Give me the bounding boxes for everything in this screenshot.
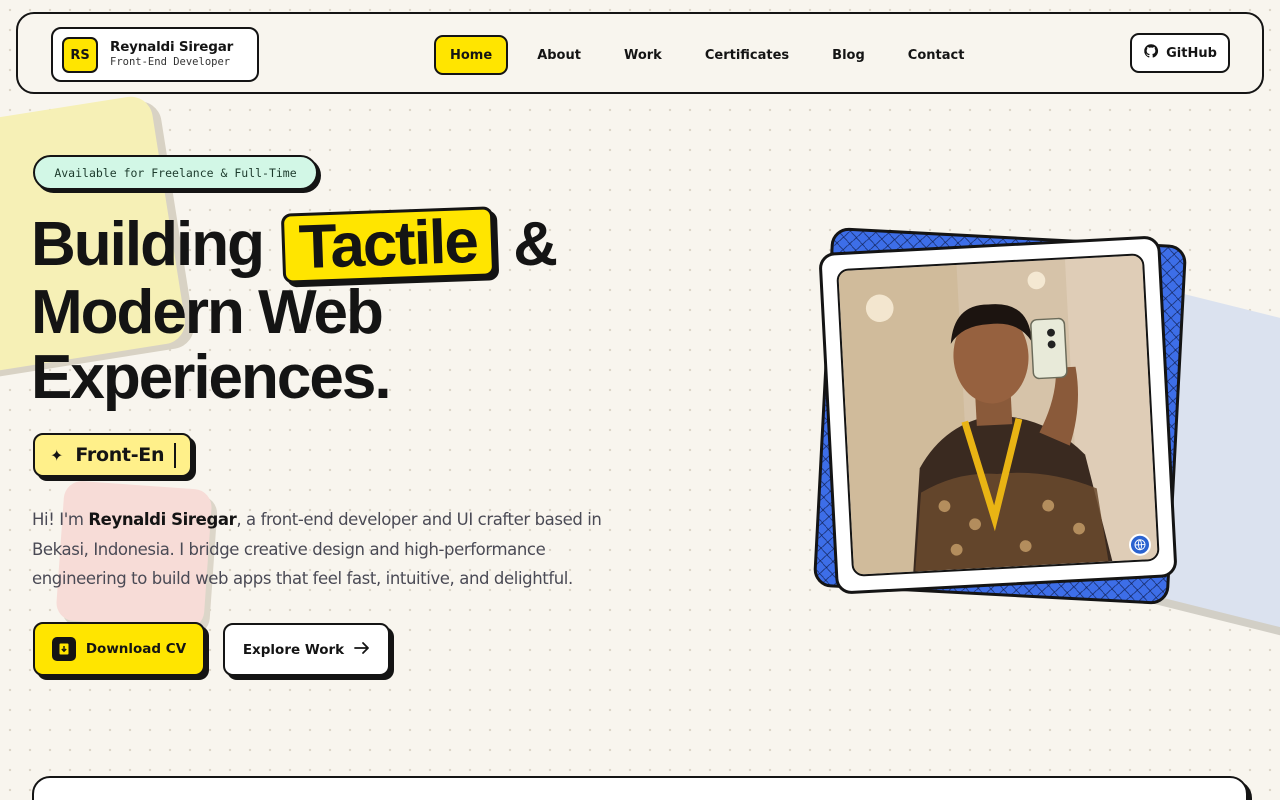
download-cv-button[interactable]: Download CV [33,622,205,676]
nav-item-contact[interactable]: Contact [894,35,979,75]
intro-paragraph: Hi! I'm Reynaldi Siregar, a front-end de… [32,505,632,594]
main-nav: Home About Work Certificates Blog Contac… [434,35,993,75]
typing-text: Front-En [75,444,165,466]
next-section-card [32,776,1248,800]
nav-item-about[interactable]: About [523,35,595,75]
profile-photo-frame [818,235,1178,595]
github-label: GitHub [1166,45,1217,61]
arrow-right-icon [354,641,370,659]
brand-logo-link[interactable]: RS Reynaldi Siregar Front-End Developer [51,27,259,82]
explore-work-button[interactable]: Explore Work [223,623,390,676]
nav-item-work[interactable]: Work [610,35,676,75]
brand-role: Front-End Developer [110,56,231,68]
headline-ampersand: & [513,210,558,279]
brand-name: Reynaldi Siregar [110,39,234,55]
headline-word-building: Building [31,210,265,279]
headline-line-2: Modern Web [31,278,384,347]
github-icon [1143,43,1159,63]
typing-caret [174,442,177,468]
hero-headline: Building Tactile & Modern Web Experience… [31,206,558,412]
intro-name: Reynaldi Siregar [88,510,237,529]
download-file-icon [51,637,76,661]
nav-item-home[interactable]: Home [434,35,509,75]
explore-work-label: Explore Work [242,641,345,658]
availability-badge: Available for Freelance & Full-Time [33,155,318,190]
navbar: RS Reynaldi Siregar Front-End Developer … [16,12,1264,94]
profile-photo [836,253,1160,577]
headline-highlight: Tactile [281,206,496,284]
nav-item-certificates[interactable]: Certificates [691,35,803,75]
intro-greeting: Hi! I'm [32,510,89,529]
nav-item-blog[interactable]: Blog [818,35,879,75]
download-cv-label: Download CV [85,641,187,657]
github-button[interactable]: GitHub [1130,33,1230,73]
typing-role-chip: ✦ Front-En [33,433,192,477]
brand-monogram: RS [62,37,98,73]
headline-line-3: Experiences. [31,343,392,412]
sparkle-icon: ✦ [50,445,64,465]
